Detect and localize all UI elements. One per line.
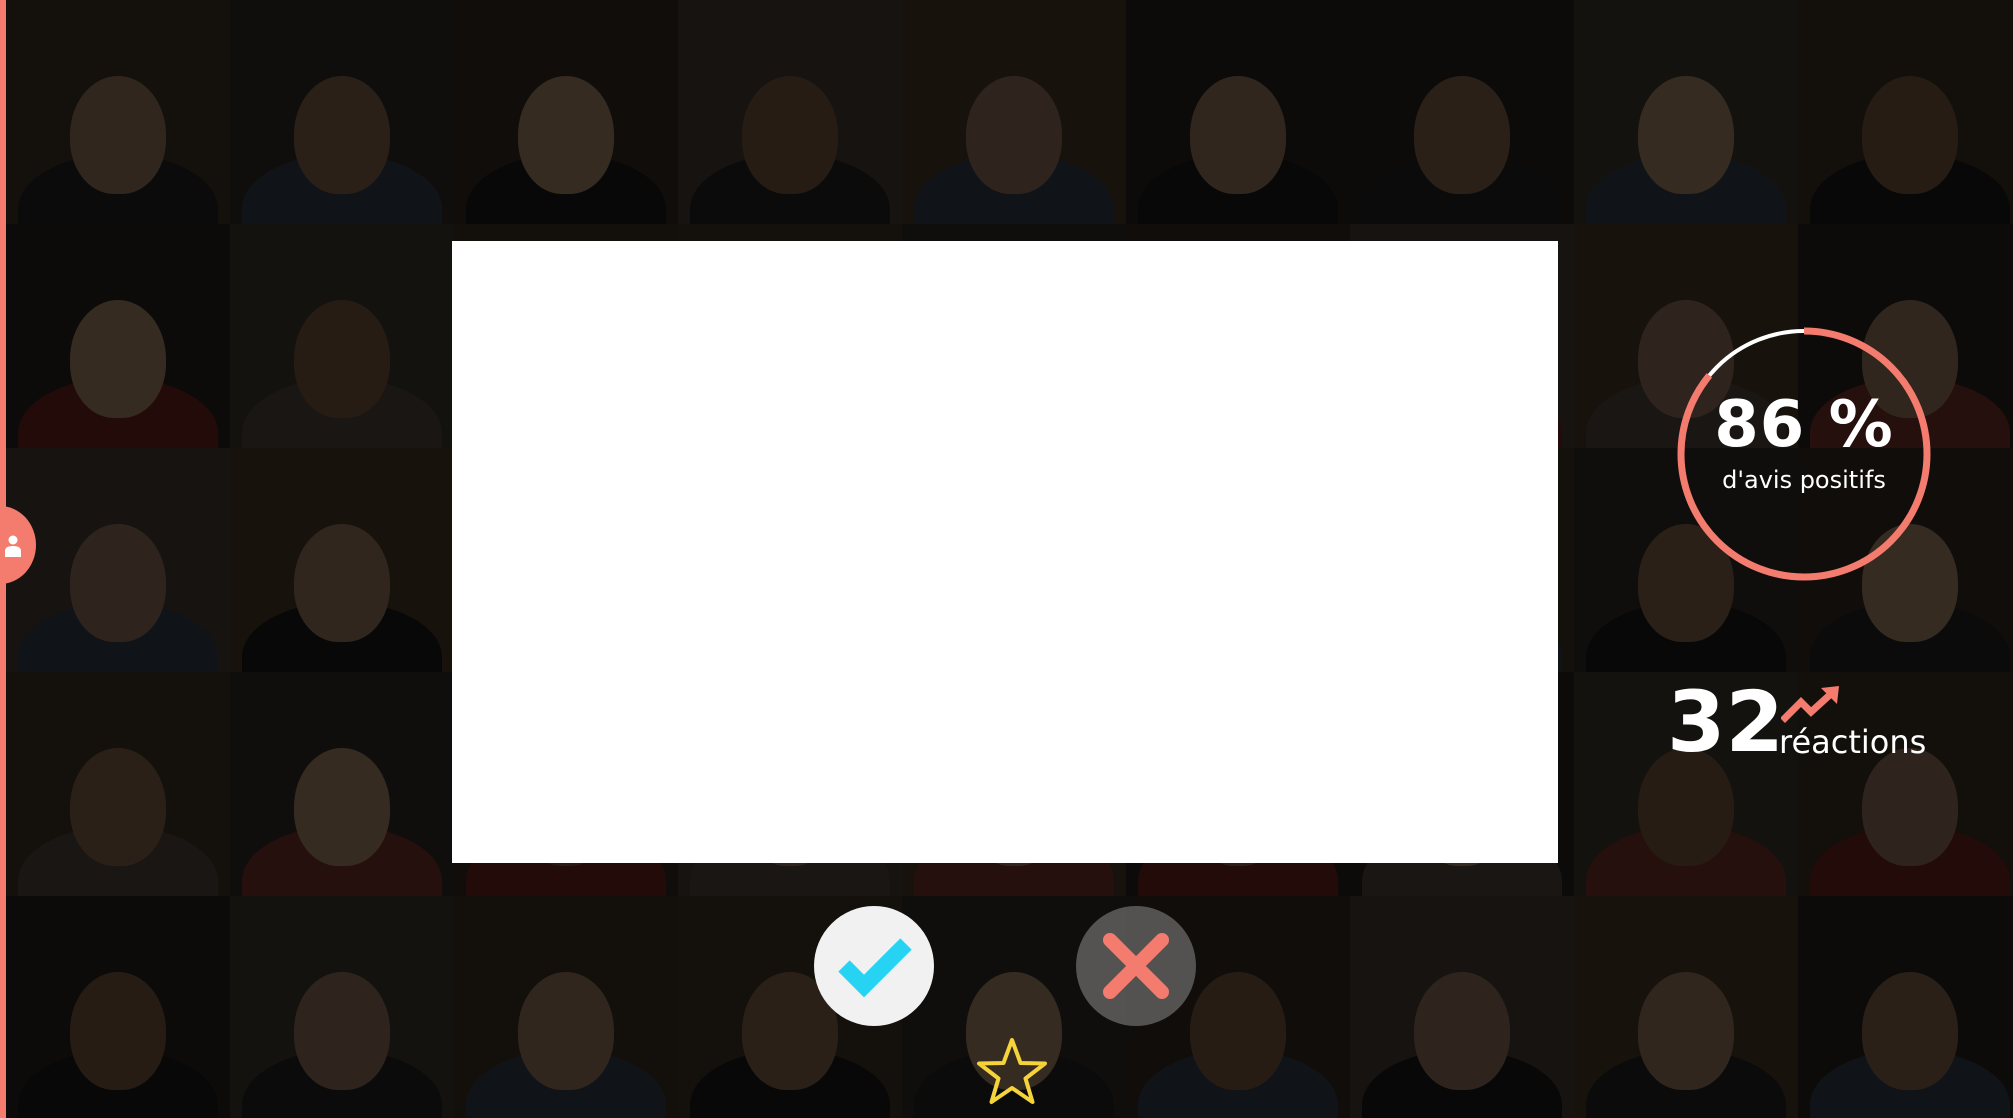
user-icon xyxy=(5,535,21,557)
reactions-stat: 32 réactions xyxy=(1667,672,1967,772)
trending-up-icon xyxy=(1781,686,1839,723)
approve-button[interactable] xyxy=(814,906,934,1026)
approval-percentage: 86 % xyxy=(1714,388,1894,462)
approval-label: d'avis positifs xyxy=(1722,466,1886,494)
favorite-star-icon[interactable] xyxy=(974,1036,1050,1108)
reject-button[interactable] xyxy=(1076,906,1196,1026)
checkmark-icon xyxy=(838,938,912,998)
main-video-panel[interactable] xyxy=(452,241,1558,863)
close-icon xyxy=(1103,933,1169,999)
approval-stat: 86 % d'avis positifs xyxy=(1676,326,1932,582)
reactions-count: 32 xyxy=(1667,673,1784,771)
app-stage: 86 % d'avis positifs 32 réactions xyxy=(0,0,2013,1118)
reactions-label: réactions xyxy=(1779,723,1927,761)
